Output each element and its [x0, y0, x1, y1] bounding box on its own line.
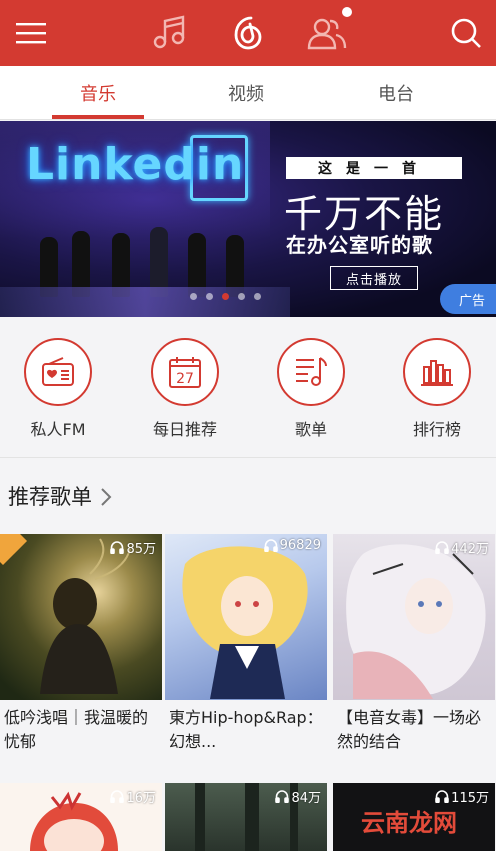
playlist-cover: 442万: [333, 534, 495, 700]
quick-label: 排行榜: [412, 420, 461, 439]
quick-label: 歌单: [294, 420, 327, 439]
quick-icon-circle: 27: [151, 338, 219, 406]
playlist-title: 東方Hip-hop&Rap：幻想...: [169, 708, 323, 751]
headphones-icon: [110, 541, 125, 554]
quick-playlists[interactable]: 歌单: [269, 338, 353, 448]
play-count-value: 115万: [451, 791, 489, 806]
playlist-icon: [296, 357, 327, 386]
page-dot: [254, 293, 261, 300]
play-count: 442万: [435, 538, 489, 557]
play-count-value: 442万: [451, 542, 489, 557]
quick-icon-circle: [24, 338, 92, 406]
play-count: 85万: [110, 538, 156, 557]
notification-dot: [342, 7, 352, 17]
playlist-cover: 84万: [165, 783, 327, 851]
page-dot-active: [222, 293, 229, 300]
band-image: [0, 221, 290, 317]
radio-icon: [42, 357, 74, 386]
music-note-icon: [153, 15, 185, 49]
playlist-cover: 85万: [0, 534, 162, 700]
quick-label: 私人FM: [30, 420, 86, 439]
chevron-right-icon: [101, 488, 112, 506]
play-count-value: 16万: [126, 791, 156, 806]
headphones-icon: [435, 790, 449, 803]
recommended-playlists-header[interactable]: 推荐歌单: [0, 459, 496, 533]
headphones-icon: [110, 790, 125, 803]
page-dot: [206, 293, 213, 300]
page-dot: [238, 293, 245, 300]
play-count: 84万: [275, 787, 321, 806]
tab-video[interactable]: 视频: [198, 66, 294, 120]
quick-personal-fm[interactable]: 私人FM: [16, 338, 100, 448]
playlist-title: 低吟浅唱｜我温暖的忧郁: [4, 708, 149, 751]
quick-charts[interactable]: 排行榜: [395, 338, 479, 448]
quick-icon-circle: [403, 338, 471, 406]
banner-ad[interactable]: Linkedin 这是一首 千万不能 在办公室听的歌 点击播放 广告: [0, 121, 496, 317]
quick-label: 每日推荐: [152, 420, 217, 439]
tab-radio[interactable]: 电台: [348, 66, 444, 120]
quick-entries: 私人FM 27 每日推荐 歌单 排行榜: [0, 318, 496, 458]
cover-art: [40, 538, 131, 694]
play-count: 96829: [263, 538, 321, 553]
playlist-cover: 16万: [0, 783, 162, 851]
content-tabs: 音乐 视频 电台: [0, 66, 496, 120]
headphones-icon: [435, 541, 449, 554]
menu-icon: [16, 23, 46, 44]
discover-button[interactable]: [224, 0, 272, 66]
play-count: 16万: [110, 787, 156, 806]
banner-page-indicator: [190, 293, 261, 301]
playlist-title: 【电音女毒】一场必然的结合: [337, 708, 482, 751]
watermark-text: 云南龙网: [361, 809, 457, 837]
banner-subtitle: 在办公室听的歌: [286, 233, 433, 257]
cover-art: [346, 544, 486, 699]
chart-icon: [421, 360, 453, 386]
section-title: 推荐歌单: [8, 485, 92, 509]
my-music-button[interactable]: [146, 0, 192, 66]
play-count-value: 84万: [291, 791, 321, 806]
search-button[interactable]: [442, 0, 490, 66]
calendar-day: 27: [176, 371, 194, 387]
playlist-cover: 96829: [165, 534, 327, 700]
calendar-icon: 27: [169, 357, 201, 388]
play-count-value: 96829: [279, 538, 321, 553]
play-count: 115万: [435, 787, 489, 806]
quick-icon-circle: [277, 338, 345, 406]
headphones-icon: [275, 790, 290, 803]
page-dot: [190, 293, 197, 300]
tab-music[interactable]: 音乐: [50, 66, 146, 120]
ad-badge: 广告: [440, 284, 496, 314]
banner-title-box: 这是一首: [286, 157, 462, 179]
playlist-cover: 云南龙网 115万: [333, 783, 495, 851]
cover-art: [182, 546, 308, 699]
banner-play-button[interactable]: 点击播放: [330, 266, 418, 290]
search-icon: [451, 18, 481, 48]
friends-icon: [307, 18, 347, 50]
top-app-bar: [0, 0, 496, 66]
active-tab-indicator: [52, 115, 144, 119]
quick-daily-recommend[interactable]: 27 每日推荐: [143, 338, 227, 448]
netease-logo-icon: [234, 16, 262, 50]
play-count-value: 85万: [126, 542, 156, 557]
headphones-icon: [263, 539, 278, 552]
menu-button[interactable]: [8, 0, 54, 66]
banner-neon-text: Linkedin: [26, 139, 245, 190]
